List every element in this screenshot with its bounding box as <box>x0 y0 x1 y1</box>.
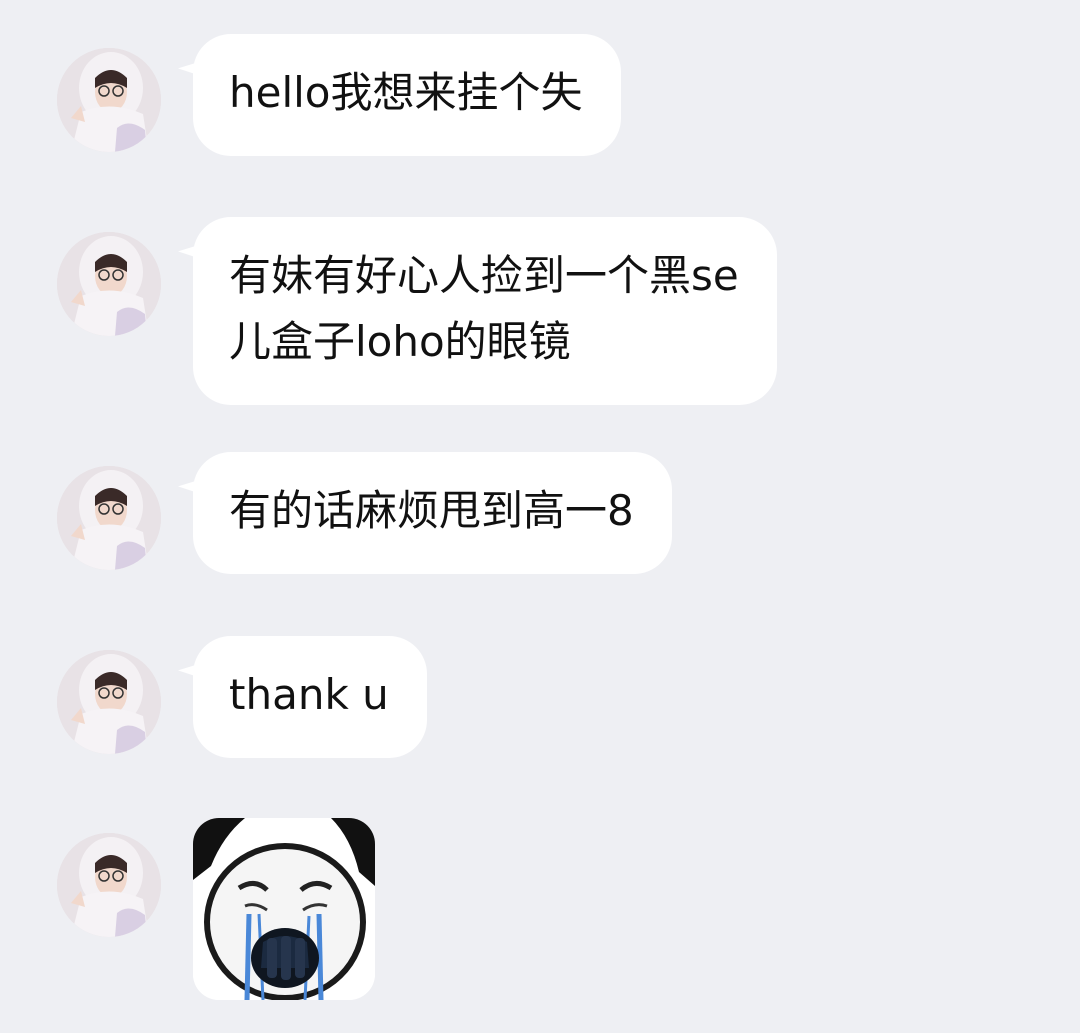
message-text: hello我想来挂个失 <box>229 68 583 117</box>
message-text: thank u <box>229 670 389 719</box>
sender-avatar[interactable] <box>57 833 161 937</box>
girl-avatar-icon <box>57 48 161 152</box>
message-text-line-2: 儿盒子loho的眼镜 <box>229 317 571 366</box>
sender-avatar[interactable] <box>57 232 161 336</box>
sender-avatar[interactable] <box>57 466 161 570</box>
girl-avatar-icon <box>57 833 161 937</box>
chat-message-list[interactable]: hello我想来挂个失 有妹有好心人捡到一个黑se 儿盒子loho的眼镜 有的话… <box>0 0 1080 1033</box>
message-bubble[interactable]: hello我想来挂个失 <box>193 34 621 156</box>
girl-avatar-icon <box>57 466 161 570</box>
crying-panda-icon <box>193 818 375 1000</box>
girl-avatar-icon <box>57 650 161 754</box>
message-bubble[interactable]: thank u <box>193 636 427 758</box>
message-text: 有的话麻烦甩到高一8 <box>229 486 634 535</box>
panda-sticker[interactable] <box>193 818 375 1000</box>
message-text-line-1: 有妹有好心人捡到一个黑se <box>229 251 739 300</box>
sender-avatar[interactable] <box>57 48 161 152</box>
girl-avatar-icon <box>57 232 161 336</box>
message-bubble[interactable]: 有妹有好心人捡到一个黑se 儿盒子loho的眼镜 <box>193 217 777 405</box>
sender-avatar[interactable] <box>57 650 161 754</box>
message-bubble[interactable]: 有的话麻烦甩到高一8 <box>193 452 672 574</box>
